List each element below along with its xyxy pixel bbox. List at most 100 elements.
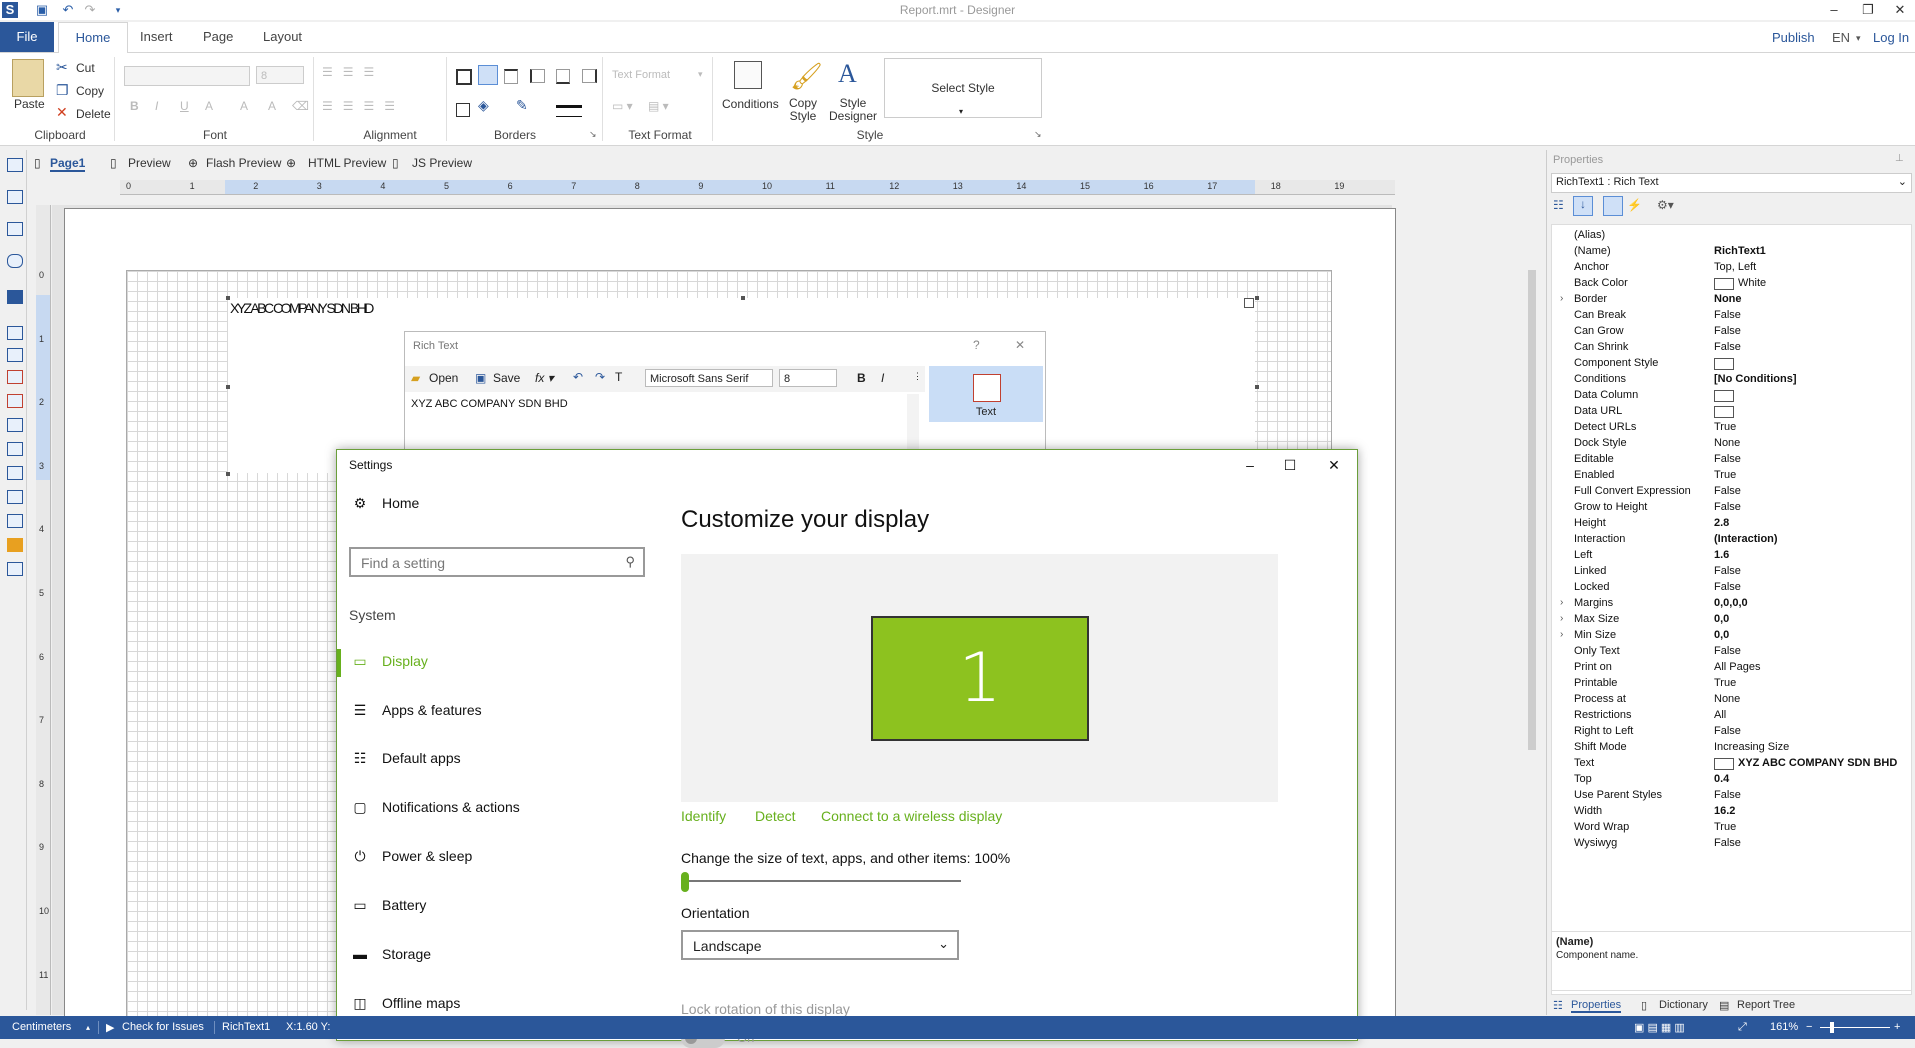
dialog-launcher-icon[interactable]: ↘ bbox=[589, 129, 597, 140]
tab-page1[interactable]: Page1 bbox=[50, 156, 86, 172]
tab-layout[interactable]: Layout bbox=[257, 22, 308, 52]
expand-icon[interactable]: › bbox=[1560, 627, 1563, 643]
border-top-icon[interactable] bbox=[504, 69, 518, 84]
shrink-font-icon[interactable]: A bbox=[268, 99, 276, 113]
border-bottom-icon[interactable] bbox=[556, 69, 570, 84]
property-row[interactable]: Component Style bbox=[1552, 355, 1911, 371]
property-row[interactable]: Linked False bbox=[1552, 563, 1911, 579]
login-link[interactable]: Log In bbox=[1873, 30, 1909, 45]
color-swatch[interactable] bbox=[1714, 278, 1734, 290]
scrollbar-thumb[interactable] bbox=[1528, 270, 1536, 750]
property-value[interactable]: XYZ ABC COMPANY SDN BHD bbox=[1738, 755, 1897, 771]
text-icon[interactable] bbox=[7, 348, 23, 362]
tab-page[interactable]: Page bbox=[197, 22, 239, 52]
redo-icon[interactable]: ↷ bbox=[595, 370, 605, 384]
property-row[interactable]: Editable False bbox=[1552, 451, 1911, 467]
cross-band-icon[interactable] bbox=[7, 222, 23, 236]
border-left-icon[interactable] bbox=[530, 69, 545, 83]
sort-az-icon[interactable]: ↓ bbox=[1573, 196, 1593, 216]
chart-icon[interactable] bbox=[7, 538, 23, 552]
property-value[interactable]: [No Conditions] bbox=[1714, 371, 1796, 387]
property-row[interactable]: Left 1.6 bbox=[1552, 547, 1911, 563]
expand-icon[interactable]: › bbox=[1560, 595, 1563, 611]
property-row[interactable]: Data URL bbox=[1552, 403, 1911, 419]
property-row[interactable]: Printable True bbox=[1552, 675, 1911, 691]
chevron-down-icon[interactable]: ▾ bbox=[959, 107, 963, 116]
fill-color-icon[interactable]: ◈ bbox=[478, 97, 489, 114]
expression-icon[interactable] bbox=[1714, 406, 1734, 418]
editor-scrollbar[interactable] bbox=[907, 394, 919, 450]
property-row[interactable]: Can Grow False bbox=[1552, 323, 1911, 339]
publish-link[interactable]: Publish bbox=[1772, 30, 1815, 45]
property-value[interactable]: 16.2 bbox=[1714, 803, 1735, 819]
tab-dictionary[interactable]: Dictionary bbox=[1659, 999, 1708, 1011]
scale-slider-thumb[interactable] bbox=[681, 872, 689, 892]
property-value[interactable]: 0,0,0,0 bbox=[1714, 595, 1748, 611]
copy-style-brush-icon[interactable]: 🖌 bbox=[790, 61, 823, 92]
property-value[interactable]: 1.6 bbox=[1714, 547, 1729, 563]
copy-icon[interactable]: ❐ bbox=[56, 82, 69, 99]
property-row[interactable]: Print on All Pages bbox=[1552, 659, 1911, 675]
valign-icons[interactable]: ☰☰☰ bbox=[322, 65, 384, 79]
border-selected-icon[interactable] bbox=[478, 65, 498, 85]
property-row[interactable]: Shift Mode Increasing Size bbox=[1552, 739, 1911, 755]
border-color-icon[interactable]: ✎ bbox=[516, 97, 528, 114]
property-row[interactable]: Top 0.4 bbox=[1552, 771, 1911, 787]
pin-icon[interactable]: ⊥ bbox=[1895, 153, 1904, 164]
property-value[interactable]: True bbox=[1714, 419, 1736, 435]
panel-icon[interactable] bbox=[7, 466, 23, 480]
resize-handle[interactable] bbox=[1255, 296, 1259, 300]
bold-icon[interactable]: B bbox=[857, 371, 866, 385]
insert-text-button[interactable]: Text bbox=[929, 366, 1043, 422]
italic-icon[interactable]: I bbox=[881, 371, 884, 385]
delete-button[interactable]: Delete bbox=[76, 107, 111, 121]
property-value[interactable]: None bbox=[1714, 291, 1742, 307]
property-row[interactable]: Width 16.2 bbox=[1552, 803, 1911, 819]
font-size-combo[interactable]: 8 bbox=[256, 66, 304, 84]
tab-insert[interactable]: Insert bbox=[134, 22, 179, 52]
property-value[interactable]: 0,0 bbox=[1714, 611, 1729, 627]
property-value[interactable]: None bbox=[1714, 691, 1740, 707]
help-icon[interactable]: ? bbox=[973, 338, 980, 352]
expression-icon[interactable] bbox=[1714, 358, 1734, 370]
copy-style-button[interactable]: Copy Style bbox=[786, 97, 820, 123]
conditions-button[interactable]: Conditions bbox=[722, 97, 779, 111]
tab-home[interactable]: Home bbox=[58, 22, 128, 54]
restore-icon[interactable]: ❐ bbox=[1856, 0, 1880, 20]
undo-icon[interactable]: ↶ bbox=[573, 370, 583, 384]
property-row[interactable]: Full Convert Expression False bbox=[1552, 483, 1911, 499]
property-row[interactable]: Dock Style None bbox=[1552, 435, 1911, 451]
wireless-display-link[interactable]: Connect to a wireless display bbox=[821, 808, 1002, 824]
shape-icon[interactable] bbox=[7, 254, 23, 268]
font-name-combo[interactable] bbox=[124, 66, 250, 86]
resize-handle[interactable] bbox=[1255, 385, 1259, 389]
chevron-down-icon[interactable]: ▾ bbox=[1856, 33, 1861, 44]
property-value[interactable]: False bbox=[1714, 307, 1741, 323]
nav-display[interactable]: ▭ Display bbox=[337, 643, 637, 683]
view-icons[interactable]: ▣ ▤ ▦ ▥ bbox=[1634, 1021, 1685, 1034]
property-row[interactable]: Can Shrink False bbox=[1552, 339, 1911, 355]
expand-icon[interactable]: › bbox=[1560, 291, 1563, 307]
resize-handle[interactable] bbox=[226, 385, 230, 389]
scissors-icon[interactable]: ✂ bbox=[56, 59, 68, 76]
monitor-tile[interactable]: 1 bbox=[871, 616, 1089, 741]
copy-button[interactable]: Copy bbox=[76, 84, 104, 98]
property-row[interactable]: Conditions [No Conditions] bbox=[1552, 371, 1911, 387]
property-row[interactable]: (Name) RichText1 bbox=[1552, 243, 1911, 259]
chevron-up-icon[interactable]: ▴ bbox=[86, 1023, 90, 1032]
property-value[interactable]: (Interaction) bbox=[1714, 531, 1778, 547]
border-right-icon[interactable] bbox=[582, 69, 597, 83]
tab-flash-preview[interactable]: Flash Preview bbox=[206, 156, 281, 170]
file-tab[interactable]: File bbox=[0, 22, 54, 52]
property-row[interactable]: Use Parent Styles False bbox=[1552, 787, 1911, 803]
property-value[interactable]: False bbox=[1714, 483, 1741, 499]
zoom-slider-thumb[interactable] bbox=[1830, 1022, 1834, 1033]
nav-notifications[interactable]: ▢ Notifications & actions bbox=[337, 789, 637, 829]
property-value[interactable]: False bbox=[1714, 563, 1741, 579]
richtext-icon[interactable] bbox=[7, 370, 23, 384]
property-row[interactable]: Height 2.8 bbox=[1552, 515, 1911, 531]
richtext-editor-content[interactable]: XYZ ABC COMPANY SDN BHD bbox=[411, 398, 568, 410]
units-select[interactable]: Centimeters bbox=[12, 1021, 71, 1033]
tab-preview[interactable]: Preview bbox=[128, 156, 171, 170]
property-row[interactable]: Enabled True bbox=[1552, 467, 1911, 483]
